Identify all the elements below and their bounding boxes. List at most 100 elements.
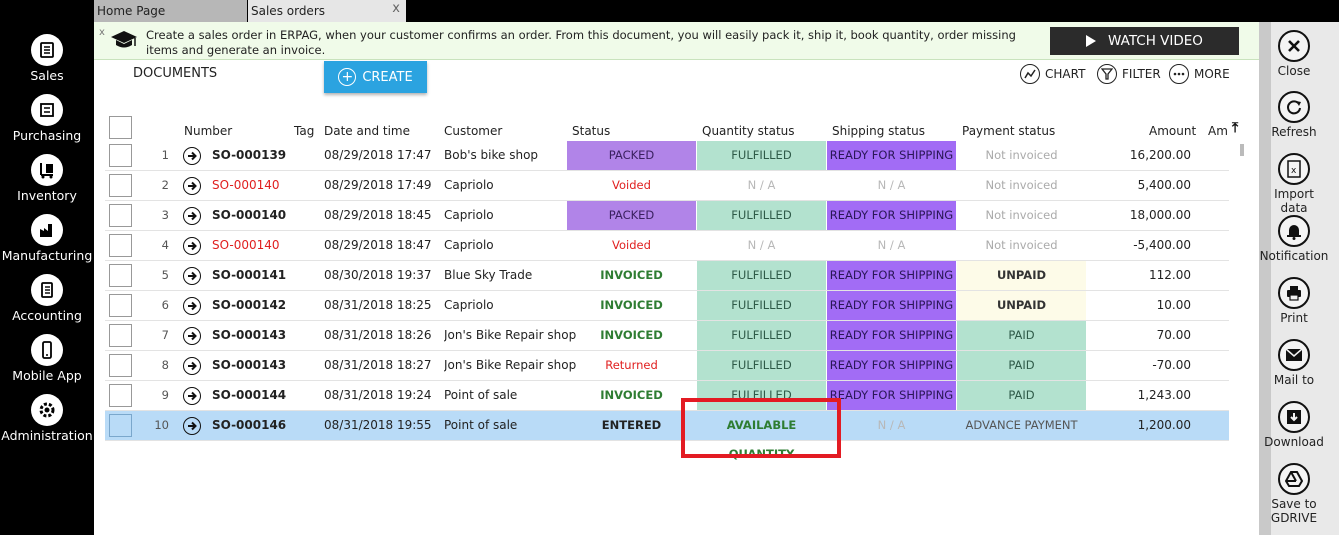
open-arrow-icon[interactable] bbox=[183, 357, 201, 375]
order-number[interactable]: SO-000144 bbox=[212, 381, 286, 410]
row-checkbox[interactable] bbox=[109, 324, 132, 347]
nav-manufacturing[interactable]: Manufacturing bbox=[0, 214, 94, 274]
order-number[interactable]: SO-000140 bbox=[212, 171, 280, 200]
order-customer: Capriolo bbox=[444, 208, 494, 222]
order-number[interactable]: SO-000143 bbox=[212, 351, 286, 380]
order-number[interactable]: SO-000142 bbox=[212, 291, 286, 320]
action-bell[interactable]: Notification bbox=[1259, 215, 1329, 263]
action-download[interactable]: Download bbox=[1259, 401, 1329, 449]
more-button[interactable]: MORE bbox=[1169, 64, 1230, 84]
order-number[interactable]: SO-000143 bbox=[212, 321, 286, 350]
table-row[interactable]: 8 SO-000143 08/31/2018 18:27 Jon's Bike Rep… bbox=[105, 351, 1229, 381]
bell-icon bbox=[1278, 215, 1310, 247]
action-import[interactable]: x Import data bbox=[1259, 153, 1329, 215]
highlight-box bbox=[681, 398, 841, 458]
create-button[interactable]: + CREATE bbox=[324, 61, 427, 93]
row-checkbox[interactable] bbox=[109, 144, 132, 167]
tab-sales-orders[interactable]: Sales orders x bbox=[248, 0, 406, 22]
nav-administration[interactable]: Administration bbox=[0, 394, 94, 454]
open-arrow-icon[interactable] bbox=[183, 267, 201, 285]
order-number[interactable]: SO-000140 bbox=[212, 231, 280, 260]
table-row[interactable]: 4 SO-000140 08/29/2018 18:47 Capriolo Voided… bbox=[105, 231, 1229, 261]
chart-label: CHART bbox=[1045, 67, 1086, 81]
info-close-icon[interactable]: x bbox=[99, 27, 105, 38]
header-amount-2[interactable]: Amo bbox=[1208, 124, 1228, 140]
watch-video-button[interactable]: WATCH VIDEO bbox=[1050, 27, 1239, 55]
order-number[interactable]: SO-000146 bbox=[212, 411, 286, 440]
row-checkbox[interactable] bbox=[109, 174, 132, 197]
table-row[interactable]: 1 SO-000139 08/29/2018 17:47 Bob's bike sho… bbox=[105, 141, 1229, 171]
header-tag[interactable]: Tag bbox=[294, 124, 314, 140]
order-amount: 18,000.00 bbox=[1129, 208, 1191, 222]
action-print[interactable]: Print bbox=[1259, 277, 1329, 325]
row-checkbox[interactable] bbox=[109, 384, 132, 407]
header-shipping-status[interactable]: Shipping status bbox=[832, 124, 925, 140]
table-row[interactable]: 10 SO-000146 08/31/2018 19:55 Point of sale… bbox=[105, 411, 1229, 461]
row-checkbox[interactable] bbox=[109, 204, 132, 227]
order-number[interactable]: SO-000141 bbox=[212, 261, 286, 290]
nav-mobile-app[interactable]: Mobile App bbox=[0, 334, 94, 394]
open-arrow-icon[interactable] bbox=[183, 207, 201, 225]
open-arrow-icon[interactable] bbox=[183, 327, 201, 345]
row-checkbox[interactable] bbox=[109, 294, 132, 317]
scrollbar[interactable] bbox=[1240, 144, 1244, 156]
chart-icon bbox=[1020, 64, 1040, 84]
open-arrow-icon[interactable] bbox=[183, 237, 201, 255]
select-all-checkbox[interactable] bbox=[109, 116, 132, 139]
order-number[interactable]: SO-000140 bbox=[212, 201, 286, 230]
nav-accounting[interactable]: Accounting bbox=[0, 274, 94, 334]
shipping-status-badge: READY FOR SHIPPING bbox=[827, 261, 956, 290]
header-date[interactable]: Date and time bbox=[324, 124, 410, 140]
order-customer: Bob's bike shop bbox=[444, 148, 539, 162]
tab-home-page[interactable]: Home Page bbox=[94, 0, 247, 22]
gdrive-icon bbox=[1278, 463, 1310, 495]
status-badge: INVOICED bbox=[600, 328, 663, 342]
nav-label: Purchasing bbox=[12, 128, 82, 143]
order-number[interactable]: SO-000139 bbox=[212, 141, 286, 170]
action-refresh[interactable]: Refresh bbox=[1259, 91, 1329, 139]
header-payment-status[interactable]: Payment status bbox=[962, 124, 1055, 140]
action-label: Refresh bbox=[1271, 125, 1317, 139]
shipping-status-badge: N / A bbox=[877, 418, 906, 432]
chart-button[interactable]: CHART bbox=[1020, 64, 1085, 84]
tab-close-icon[interactable]: x bbox=[392, 0, 400, 20]
print-icon bbox=[1278, 277, 1310, 309]
table-row[interactable]: 2 SO-000140 08/29/2018 17:49 Capriolo Voided… bbox=[105, 171, 1229, 201]
open-arrow-icon[interactable] bbox=[183, 387, 201, 405]
row-index: 4 bbox=[161, 238, 169, 252]
header-number[interactable]: Number bbox=[184, 124, 232, 140]
action-gdrive[interactable]: Save to GDRIVE bbox=[1259, 463, 1329, 525]
nav-sales[interactable]: Sales bbox=[0, 34, 94, 94]
table-row[interactable]: 7 SO-000143 08/31/2018 18:26 Jon's Bike Rep… bbox=[105, 321, 1229, 351]
order-amount: 10.00 bbox=[1156, 298, 1191, 312]
action-label: Close bbox=[1277, 64, 1311, 78]
info-banner: x Create a sales order in ERPAG, when yo… bbox=[94, 22, 1259, 60]
open-arrow-icon[interactable] bbox=[183, 417, 201, 435]
header-customer[interactable]: Customer bbox=[444, 124, 502, 140]
table-row[interactable]: 5 SO-000141 08/30/2018 19:37 Blue Sky Trade… bbox=[105, 261, 1229, 291]
nav-inventory[interactable]: Inventory bbox=[0, 154, 94, 214]
open-arrow-icon[interactable] bbox=[183, 177, 201, 195]
action-mail[interactable]: Mail to bbox=[1259, 339, 1329, 387]
payment-status-badge: Not invoiced bbox=[985, 238, 1058, 252]
row-checkbox[interactable] bbox=[109, 234, 132, 257]
payment-status-badge: ADVANCE PAYMENT bbox=[965, 418, 1078, 432]
header-quantity-status[interactable]: Quantity status bbox=[702, 124, 795, 140]
action-close[interactable]: Close bbox=[1259, 30, 1329, 78]
open-arrow-icon[interactable] bbox=[183, 147, 201, 165]
filter-button[interactable]: FILTER bbox=[1097, 64, 1161, 84]
order-date: 08/31/2018 18:26 bbox=[324, 328, 432, 342]
row-checkbox[interactable] bbox=[109, 414, 132, 437]
info-text: Create a sales order in ERPAG, when your… bbox=[146, 28, 1016, 57]
scroll-to-top-icon[interactable]: ⤒ bbox=[1232, 120, 1238, 136]
open-arrow-icon[interactable] bbox=[183, 297, 201, 315]
table-row[interactable]: 6 SO-000142 08/31/2018 18:25 Capriolo INVOIC… bbox=[105, 291, 1229, 321]
row-checkbox[interactable] bbox=[109, 264, 132, 287]
svg-text:x: x bbox=[1291, 166, 1297, 176]
header-amount[interactable]: Amount bbox=[1149, 124, 1196, 140]
table-row[interactable]: 9 SO-000144 08/31/2018 19:24 Point of sale I… bbox=[105, 381, 1229, 411]
table-row[interactable]: 3 SO-000140 08/29/2018 18:45 Capriolo PACKED… bbox=[105, 201, 1229, 231]
row-checkbox[interactable] bbox=[109, 354, 132, 377]
nav-purchasing[interactable]: Purchasing bbox=[0, 94, 94, 154]
header-status[interactable]: Status bbox=[572, 124, 610, 140]
